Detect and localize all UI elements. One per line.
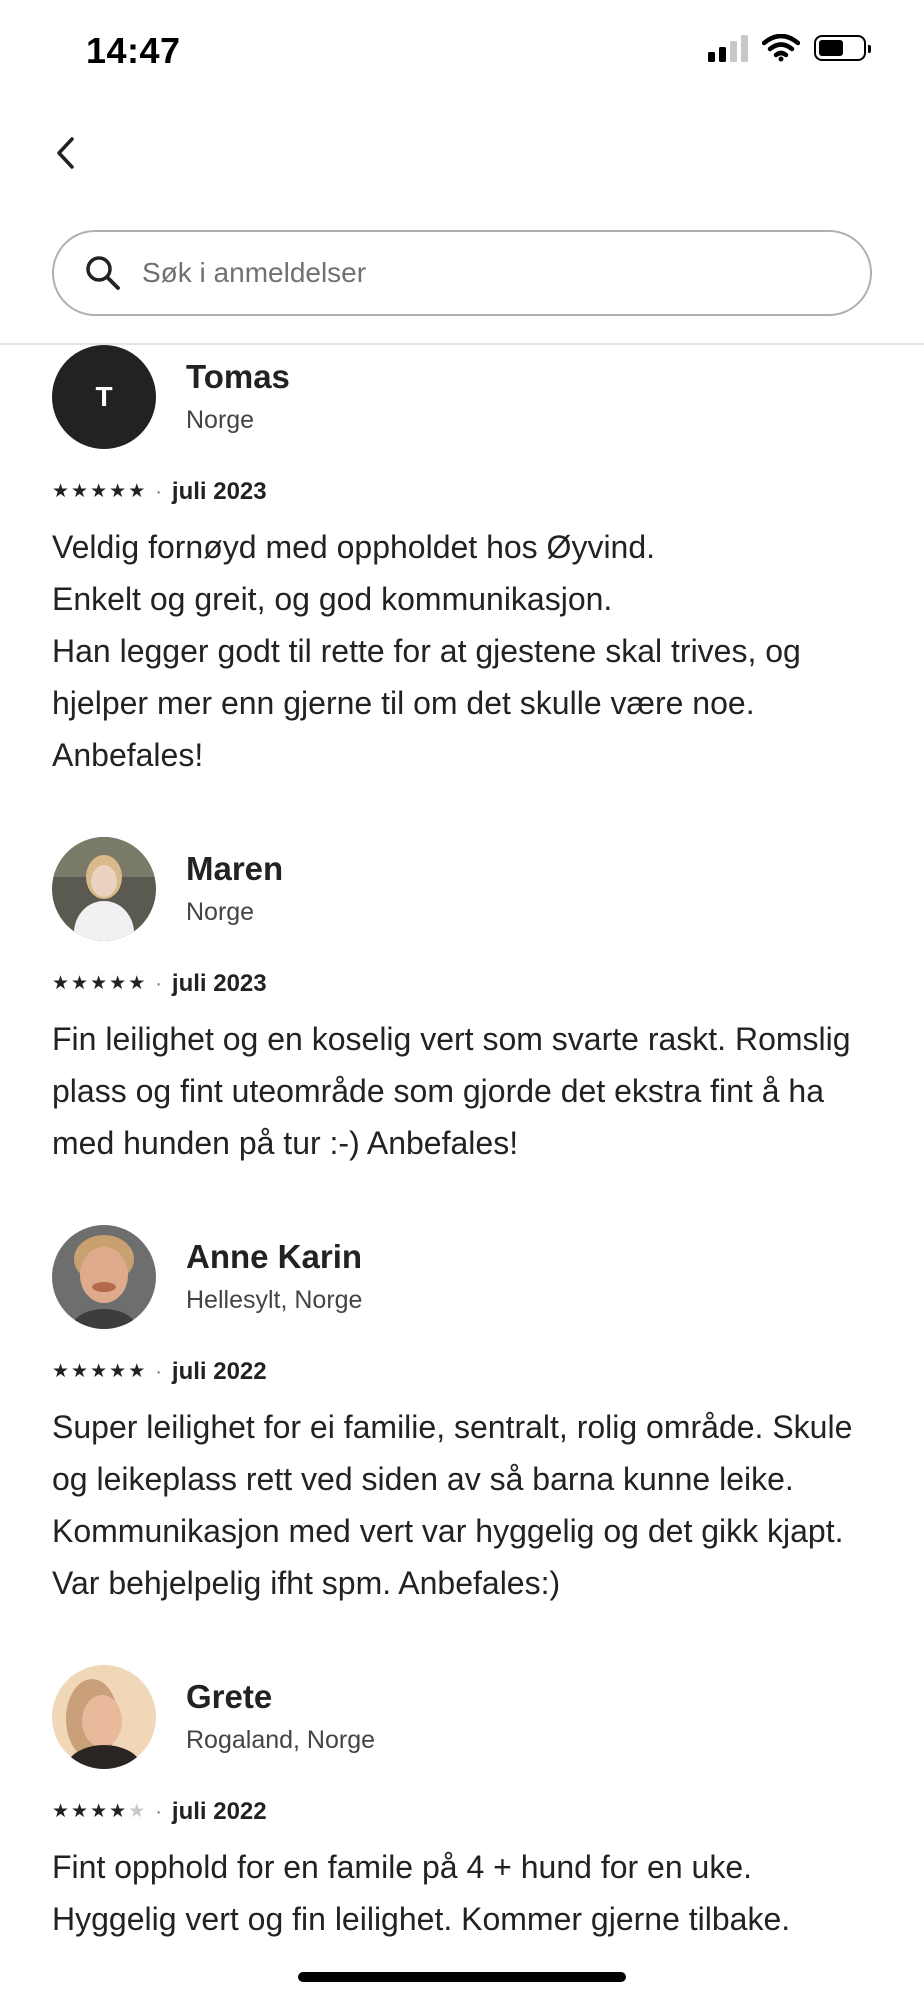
star-icon: ★ (90, 973, 108, 994)
star-icon: ★ (52, 973, 70, 994)
star-icon: ★ (128, 1361, 146, 1382)
reviewer-info: Maren Norge (186, 837, 283, 927)
star-icon: ★ (52, 1361, 70, 1382)
avatar[interactable] (52, 837, 156, 941)
avatar-photo (52, 1225, 156, 1329)
review-item: Maren Norge ★ ★ ★ ★ ★ · juli 2023 Fin leilig… (52, 837, 882, 1169)
review-text: Fint opphold for en famile på 4 + hund f… (52, 1849, 791, 1937)
star-icon: ★ (52, 1801, 70, 1822)
star-icon: ★ (71, 1801, 89, 1822)
avatar[interactable] (52, 1225, 156, 1329)
status-icons (708, 34, 871, 62)
reviewer-name: Anne Karin (186, 1238, 363, 1275)
star-icon: ★ (109, 1801, 127, 1822)
rating-row: ★ ★ ★ ★ ★ · juli 2023 (52, 969, 882, 999)
review-header: Anne Karin Hellesylt, Norge (52, 1225, 882, 1329)
review-header: Maren Norge (52, 837, 882, 941)
cellular-signal-icon (708, 34, 748, 62)
reviewer-info: Grete Rogaland, Norge (186, 1665, 375, 1755)
reviewer-info: Anne Karin Hellesylt, Norge (186, 1225, 362, 1315)
avatar[interactable]: T (52, 345, 156, 449)
search-bar[interactable] (52, 230, 872, 316)
home-indicator[interactable] (298, 1972, 626, 1982)
star-icon: ★ (90, 1361, 108, 1382)
separator-dot: · (155, 480, 162, 503)
star-icon: ★ (90, 481, 108, 502)
reviewer-name: Maren (186, 850, 284, 887)
review-text: Fin leilighet og en koselig vert som sva… (52, 1021, 851, 1161)
reviewer-info: Tomas Norge (186, 345, 290, 435)
back-button[interactable] (46, 128, 86, 178)
reviewer-location: Norge (186, 898, 255, 926)
star-icon: ★ (90, 1801, 108, 1822)
star-icon: ★ (128, 973, 146, 994)
star-icon: ★ (128, 1801, 146, 1822)
avatar-initial: T (95, 381, 113, 412)
review-header: T Tomas Norge (52, 345, 882, 449)
star-rating: ★ ★ ★ ★ ★ (52, 482, 145, 502)
star-rating: ★ ★ ★ ★ ★ (52, 1362, 145, 1382)
status-bar: 14:47 (0, 0, 924, 100)
review-text: Veldig fornøyd med oppholdet hos Øyvind.… (52, 529, 801, 773)
reviewer-location: Norge (186, 406, 255, 434)
review-item: Grete Rogaland, Norge ★ ★ ★ ★ ★ · juli 2022 … (52, 1665, 882, 1945)
star-rating: ★ ★ ★ ★ ★ (52, 1802, 145, 1822)
rating-row: ★ ★ ★ ★ ★ · juli 2022 (52, 1797, 882, 1827)
avatar[interactable] (52, 1665, 156, 1769)
review-item: Anne Karin Hellesylt, Norge ★ ★ ★ ★ ★ · juli… (52, 1225, 882, 1609)
star-icon: ★ (109, 973, 127, 994)
chevron-left-icon (57, 137, 74, 169)
review-date: juli 2022 (171, 1358, 267, 1385)
review-header: Grete Rogaland, Norge (52, 1665, 882, 1769)
status-time: 14:47 (86, 30, 181, 71)
star-icon: ★ (71, 1361, 89, 1382)
star-icon: ★ (128, 481, 146, 502)
star-rating: ★ ★ ★ ★ ★ (52, 974, 145, 994)
reviews-list: T Tomas Norge ★ ★ ★ ★ ★ · juli 2023 Veldig f… (52, 345, 882, 1945)
star-icon: ★ (109, 481, 127, 502)
rating-row: ★ ★ ★ ★ ★ · juli 2022 (52, 1357, 882, 1387)
reviewer-location: Rogaland, Norge (186, 1726, 376, 1754)
star-icon: ★ (71, 481, 89, 502)
avatar-photo (52, 1665, 156, 1769)
separator-dot: · (155, 972, 162, 995)
review-date: juli 2023 (171, 970, 267, 997)
separator-dot: · (155, 1360, 162, 1383)
battery-icon (814, 35, 871, 61)
star-icon: ★ (71, 973, 89, 994)
rating-row: ★ ★ ★ ★ ★ · juli 2023 (52, 477, 882, 507)
search-input[interactable] (142, 257, 802, 289)
reviewer-location: Hellesylt, Norge (186, 1286, 363, 1314)
review-text: Super leilighet for ei familie, sentralt… (52, 1409, 853, 1601)
star-icon: ★ (52, 481, 70, 502)
star-icon: ★ (109, 1361, 127, 1382)
reviewer-name: Tomas (186, 358, 290, 395)
wifi-icon (762, 34, 800, 62)
search-icon (84, 253, 124, 293)
avatar-photo (52, 837, 156, 941)
separator-dot: · (155, 1800, 162, 1823)
reviewer-name: Grete (186, 1678, 273, 1715)
review-date: juli 2022 (171, 1798, 267, 1825)
review-item: T Tomas Norge ★ ★ ★ ★ ★ · juli 2023 Veldig f… (52, 345, 882, 781)
review-date: juli 2023 (171, 478, 267, 505)
